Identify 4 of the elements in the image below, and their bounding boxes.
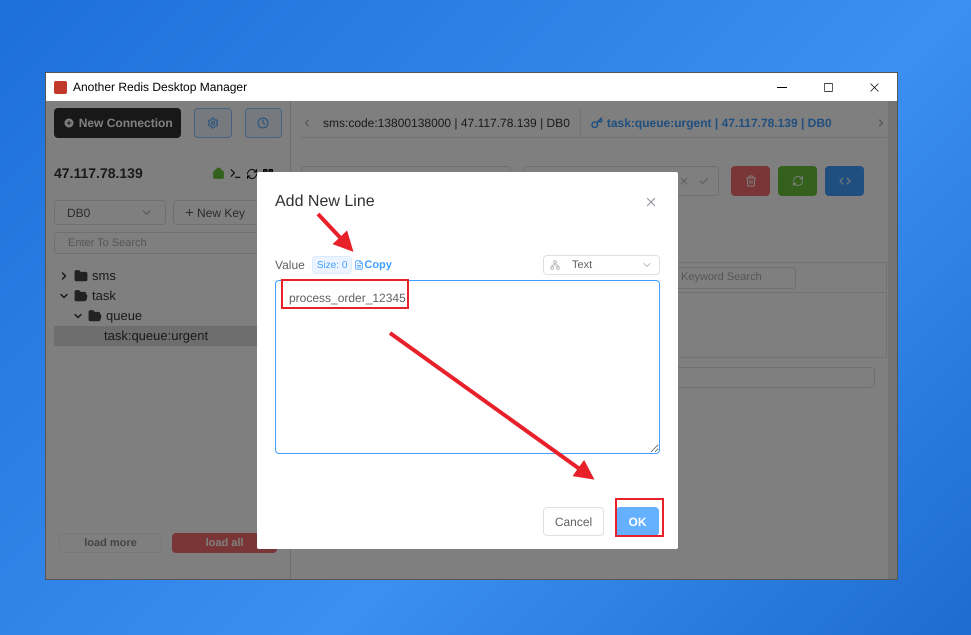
value-label: Value [275,257,305,274]
window-title: Another Redis Desktop Manager [73,79,248,96]
size-badge: Size: 0 [312,256,352,274]
host-name: 47.117.78.139 [54,164,143,183]
